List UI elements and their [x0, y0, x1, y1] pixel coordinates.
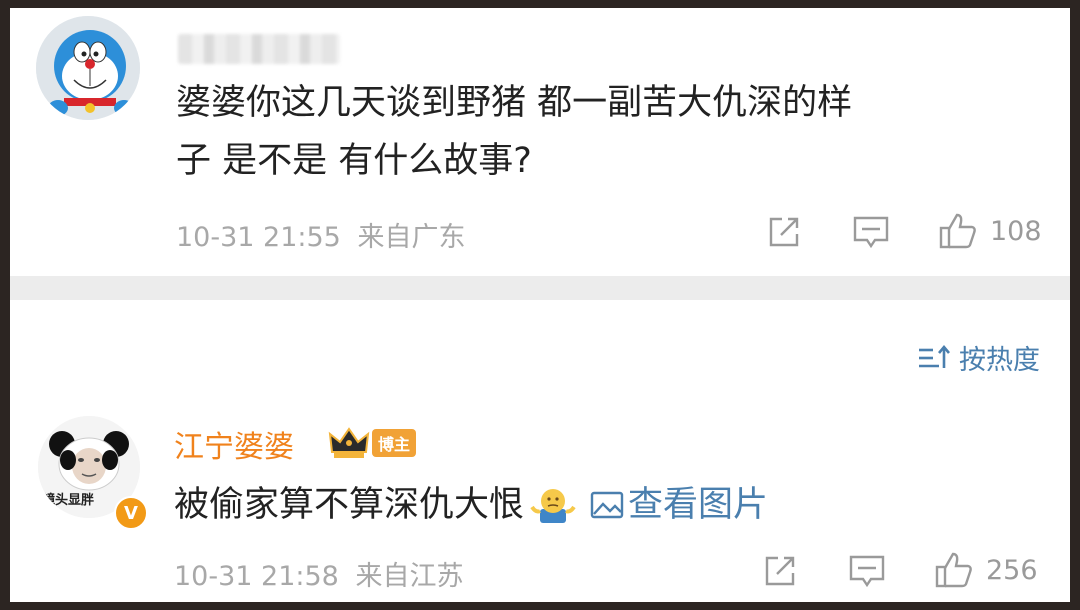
comment-button[interactable]: [852, 214, 890, 250]
comment-button[interactable]: [848, 553, 886, 589]
view-image-link[interactable]: 查看图片: [590, 476, 768, 534]
like-count: 256: [986, 554, 1038, 586]
comment-icon: [853, 216, 889, 249]
comment-meta: 10-31 21:55 来自广东: [176, 215, 465, 254]
comment-text: 婆婆你这几天谈到野猪 都一副苦大仇深的样 子 是不是 有什么故事?: [176, 74, 852, 190]
image-icon: [590, 491, 624, 519]
comment-card: 按热度 镜头显胖 V 江宁婆婆 博主 被偷家算不算深仇大恨 查看图片 10-31…: [10, 300, 1070, 602]
comment-text-line: 被偷家算不算深仇大恨: [174, 485, 525, 525]
comment-meta: 10-31 21:58 来自江苏: [174, 554, 463, 593]
comment-text: 被偷家算不算深仇大恨 查看图片: [174, 476, 768, 534]
verified-badge: V: [114, 496, 148, 530]
screenshot-frame: 婆婆你这几天谈到野猪 都一副苦大仇深的样 子 是不是 有什么故事? 10-31 …: [10, 8, 1070, 602]
doraemon-avatar[interactable]: [36, 16, 140, 120]
vip-badge[interactable]: 博主: [328, 426, 417, 460]
location: 来自江苏: [355, 561, 464, 592]
repost-icon: [769, 217, 799, 247]
blurred-username[interactable]: [178, 34, 340, 64]
timestamp: 10-31 21:55: [176, 222, 341, 253]
thumbs-up-icon: [939, 213, 976, 249]
comment-icon: [849, 555, 885, 588]
repost-button[interactable]: [762, 553, 798, 589]
comment-text-line: 子 是不是 有什么故事?: [176, 141, 532, 181]
avatar-caption: 镜头显胖: [42, 493, 95, 508]
section-divider: [10, 276, 1070, 300]
shrug-emoji-icon: [530, 489, 576, 523]
view-image-label: 查看图片: [628, 485, 769, 525]
crown-badge-icon: [328, 427, 370, 458]
username-link[interactable]: 江宁婆婆: [174, 422, 294, 466]
like-count: 108: [990, 215, 1042, 247]
comment-text-line: 婆婆你这几天谈到野猪 都一副苦大仇深的样: [176, 83, 853, 123]
blogger-badge-label: 博主: [372, 429, 417, 457]
like-button[interactable]: 108: [938, 212, 1042, 250]
repost-button[interactable]: [766, 214, 802, 250]
sort-icon: [919, 344, 950, 368]
verified-badge-label: V: [124, 502, 138, 524]
like-button[interactable]: 256: [934, 551, 1038, 589]
timestamp: 10-31 21:58: [174, 561, 339, 592]
sort-label: 按热度: [959, 345, 1040, 376]
repost-icon: [765, 556, 795, 586]
comment-card: 婆婆你这几天谈到野猪 都一副苦大仇深的样 子 是不是 有什么故事? 10-31 …: [10, 8, 1070, 276]
sort-by-hot-button[interactable]: 按热度: [917, 338, 1040, 377]
thumbs-up-icon: [935, 552, 972, 588]
location: 来自广东: [357, 222, 466, 253]
